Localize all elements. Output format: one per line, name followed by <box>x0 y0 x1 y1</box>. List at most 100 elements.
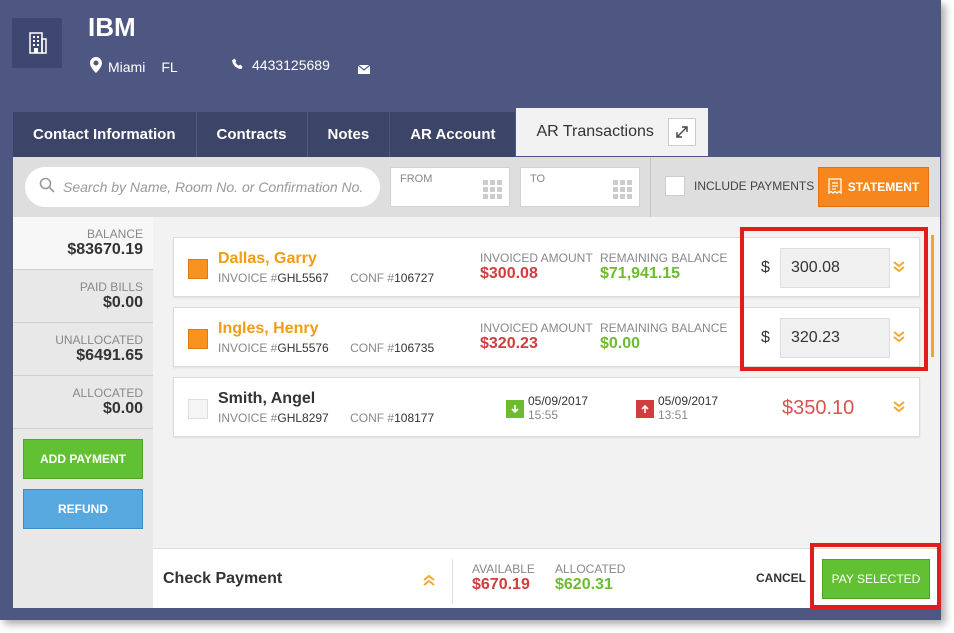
search-input[interactable] <box>63 179 368 195</box>
remaining-balance-value: $71,941.15 <box>600 265 681 282</box>
include-payments-checkbox[interactable] <box>665 176 685 196</box>
allocated-summary: ALLOCATED $0.00 <box>13 376 153 429</box>
from-label: FROM <box>400 173 433 185</box>
check-payment-title: Check Payment <box>163 570 283 587</box>
invoiced-amount-cell: INVOICED AMOUNT $300.08 <box>480 251 593 283</box>
invoiced-amount-cell: INVOICED AMOUNT $320.23 <box>480 321 593 353</box>
conf-number: 106727 <box>394 271 435 285</box>
unallocated-summary: UNALLOCATED $6491.65 <box>13 323 153 376</box>
departure-date: 05/09/2017 <box>658 394 719 408</box>
invoiced-amount-label: INVOICED AMOUNT <box>480 251 593 265</box>
invoiced-amount-value: $300.08 <box>480 265 538 282</box>
tab-ar-transactions[interactable]: AR Transactions <box>516 108 709 156</box>
allocated-value: $620.31 <box>555 576 613 593</box>
tab-contracts[interactable]: Contracts <box>196 112 308 157</box>
calendar-grid-icon[interactable] <box>483 180 503 205</box>
available-label: AVAILABLE <box>472 562 535 576</box>
allocated-cell: ALLOCATED $620.31 <box>555 562 625 594</box>
remaining-balance-value: $0.00 <box>600 335 641 352</box>
unallocated-value: $6491.65 <box>76 347 143 364</box>
highlight-box <box>740 227 928 371</box>
cancel-button[interactable]: CANCEL <box>756 571 806 585</box>
allocated-value: $0.00 <box>102 400 143 417</box>
guest-name: Dallas, Garry <box>218 250 317 267</box>
arrow-up-icon <box>636 400 654 418</box>
invoice-number: GHL8297 <box>277 411 329 425</box>
phone-number: 4433125689 <box>252 57 330 73</box>
add-payment-button[interactable]: ADD PAYMENT <box>23 439 143 479</box>
divider <box>650 157 651 217</box>
expand-icon[interactable] <box>667 118 696 146</box>
conf-prefix: CONF # <box>350 411 395 425</box>
receipt-icon <box>828 177 842 197</box>
tab-contact-information[interactable]: Contact Information <box>13 112 197 157</box>
invoiced-amount-value: $320.23 <box>480 335 538 352</box>
arrival-datetime: 05/09/2017 15:55 <box>528 394 588 422</box>
arrow-down-icon <box>506 400 524 418</box>
statement-label: STATEMENT <box>847 180 920 194</box>
search-icon <box>39 177 55 198</box>
departure-date-cell: 05/09/2017 13:51 <box>636 394 718 422</box>
conf-prefix: CONF # <box>350 271 395 285</box>
remaining-balance-label: REMAINING BALANCE <box>600 251 728 265</box>
location: Miami FL <box>90 57 178 76</box>
invoice-meta: INVOICE #GHL5567 CONF #106727 <box>218 271 434 285</box>
to-label: TO <box>530 173 546 185</box>
row-select-checkbox[interactable] <box>188 399 208 419</box>
departure-time: 13:51 <box>658 408 689 422</box>
tab-notes[interactable]: Notes <box>307 112 391 157</box>
invoice-prefix: INVOICE # <box>218 411 278 425</box>
balance-label: BALANCE <box>86 227 143 241</box>
scrollbar[interactable] <box>931 235 934 357</box>
include-payments-label: INCLUDE PAYMENTS <box>694 179 815 193</box>
tab-ar-account[interactable]: AR Account <box>390 112 517 157</box>
building-icon <box>12 18 62 68</box>
account-summary-sidebar: BALANCE $83670.19 PAID BILLS $0.00 UNALL… <box>13 217 153 608</box>
phone-icon <box>232 57 244 73</box>
chevron-down-icon[interactable] <box>892 400 906 419</box>
ar-transactions-panel: FROM TO INCLUDE PAYMENTS STATEMENT <box>13 157 940 608</box>
state: FL <box>161 58 178 75</box>
arrival-date-cell: 05/09/2017 15:55 <box>506 394 588 422</box>
departure-datetime: 05/09/2017 13:51 <box>658 394 718 422</box>
invoice-amount: $350.10 <box>782 397 855 419</box>
chevron-up-icon[interactable] <box>422 573 436 592</box>
statement-button[interactable]: STATEMENT <box>818 167 929 207</box>
invoice-meta: INVOICE #GHL8297 CONF #108177 <box>218 411 434 425</box>
balance-value: $83670.19 <box>67 241 143 258</box>
available-cell: AVAILABLE $670.19 <box>472 562 535 594</box>
invoice-row[interactable]: Smith, Angel INVOICE #GHL8297 CONF #1081… <box>173 377 920 437</box>
tab-ar-transactions-label: AR Transactions <box>536 123 654 140</box>
arrival-time: 15:55 <box>528 408 559 422</box>
row-select-checkbox[interactable] <box>188 329 208 349</box>
invoice-number: GHL5576 <box>277 341 329 355</box>
allocated-label: ALLOCATED <box>72 386 143 400</box>
guest-name: Smith, Angel <box>218 390 316 407</box>
invoice-prefix: INVOICE # <box>218 341 278 355</box>
refund-button[interactable]: REFUND <box>23 489 143 529</box>
balance-summary: BALANCE $83670.19 <box>13 217 153 270</box>
remaining-balance-cell: REMAINING BALANCE $71,941.15 <box>600 251 727 283</box>
invoice-meta: INVOICE #GHL5576 CONF #106735 <box>218 341 434 355</box>
remaining-balance-label: REMAINING BALANCE <box>600 321 728 335</box>
unallocated-label: UNALLOCATED <box>55 333 143 347</box>
conf-number: 106735 <box>394 341 435 355</box>
tab-bar: Contact Information Contracts Notes AR A… <box>13 108 709 157</box>
to-date-field[interactable]: TO <box>520 167 640 207</box>
filter-bar: FROM TO INCLUDE PAYMENTS STATEMENT <box>13 157 940 217</box>
row-select-checkbox[interactable] <box>188 259 208 279</box>
search-box[interactable] <box>25 167 380 207</box>
envelope-icon[interactable] <box>357 61 371 79</box>
paid-bills-summary: PAID BILLS $0.00 <box>13 270 153 323</box>
from-date-field[interactable]: FROM <box>390 167 510 207</box>
calendar-grid-icon[interactable] <box>613 180 633 205</box>
divider <box>452 559 453 604</box>
invoiced-amount-label: INVOICED AMOUNT <box>480 321 593 335</box>
map-pin-icon <box>90 57 102 76</box>
available-value: $670.19 <box>472 576 530 593</box>
paid-bills-label: PAID BILLS <box>79 280 143 294</box>
conf-prefix: CONF # <box>350 341 395 355</box>
city: Miami <box>108 58 146 75</box>
phone[interactable]: 4433125689 <box>232 57 330 73</box>
arrival-date: 05/09/2017 <box>528 394 589 408</box>
